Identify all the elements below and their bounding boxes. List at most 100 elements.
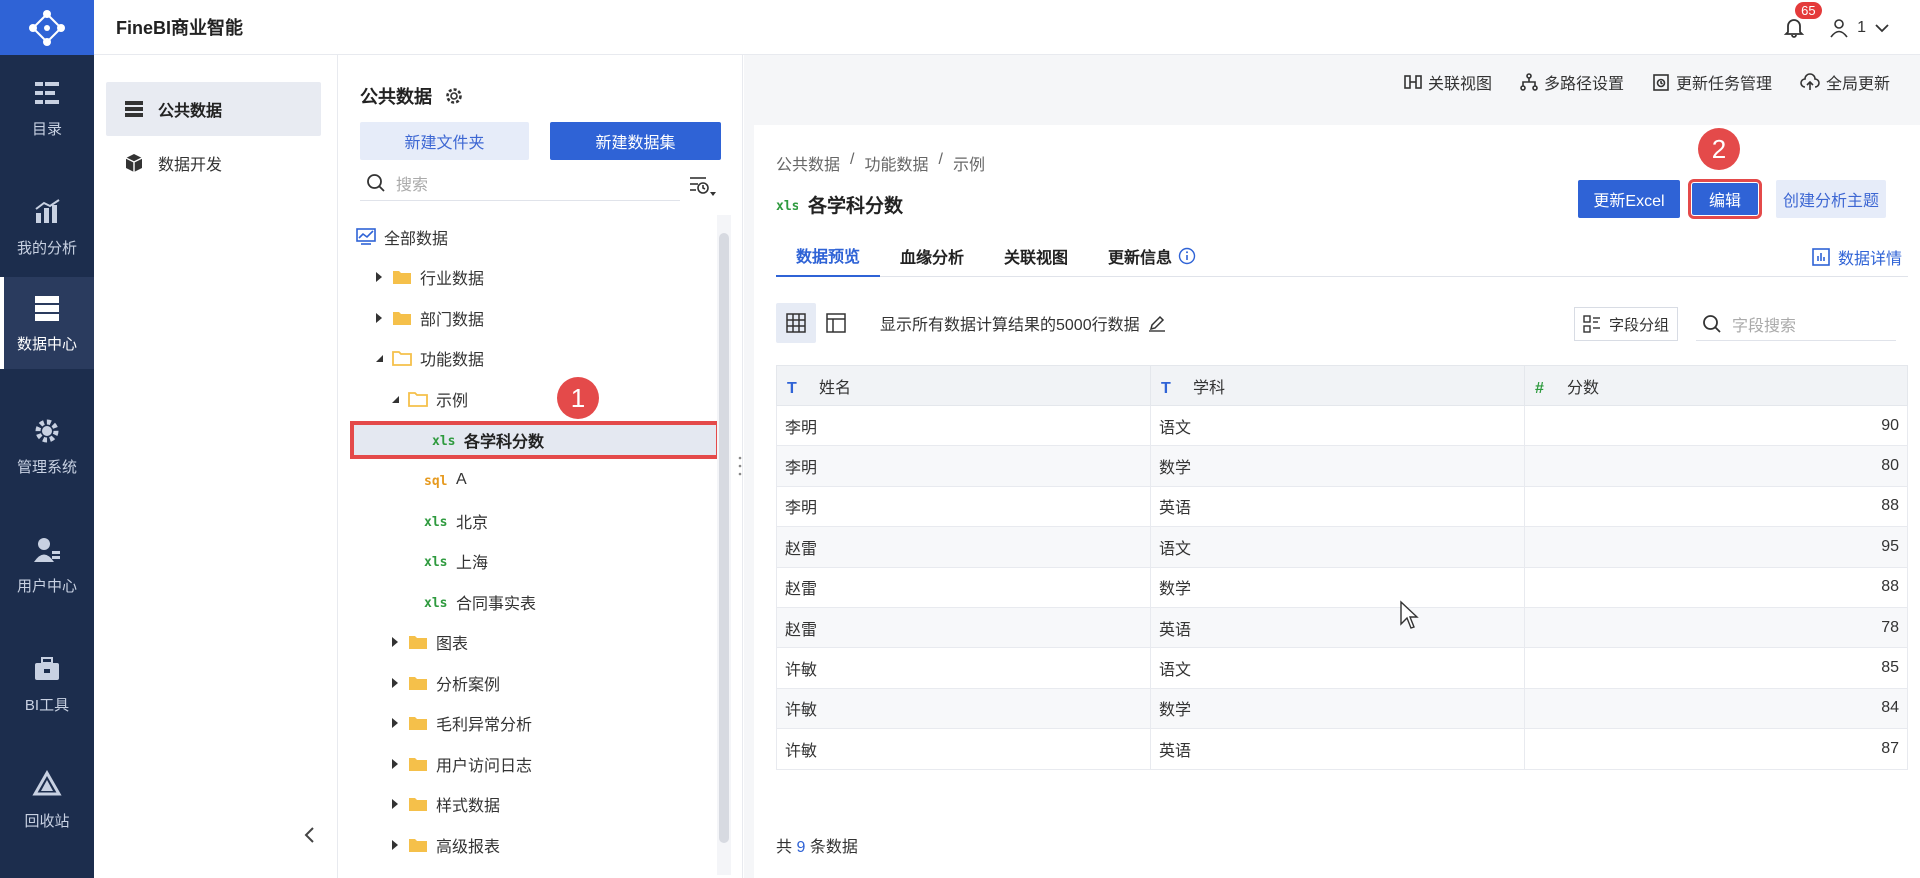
tree-item-folder-open[interactable]: 示例 bbox=[390, 382, 468, 416]
pencil-icon[interactable] bbox=[1148, 314, 1166, 332]
layout-view-button[interactable] bbox=[816, 303, 856, 343]
global-update-action[interactable]: 全局更新 bbox=[1800, 70, 1890, 94]
tree-item-label: 分析案例 bbox=[436, 677, 501, 694]
tree-item-folder[interactable]: 用户访问日志 bbox=[390, 747, 532, 781]
breadcrumb-item[interactable]: 功能数据 bbox=[864, 151, 928, 175]
rail-item-my-analysis[interactable]: 我的分析 bbox=[0, 181, 94, 273]
tree-item-label: 部门数据 bbox=[420, 312, 485, 329]
subnav-item-data-dev[interactable]: 数据开发 bbox=[106, 136, 321, 190]
logo-icon bbox=[29, 9, 65, 46]
column-header-subject[interactable]: T 学科 bbox=[1150, 365, 1525, 406]
table-row: 许敏 语文 85 bbox=[776, 647, 1908, 689]
top-bar: FineBI商业智能 65 1 bbox=[94, 0, 1920, 55]
tree-item-folder[interactable]: 毛利异常分析 bbox=[390, 706, 532, 740]
tree-search-input[interactable]: 搜索 bbox=[360, 165, 680, 201]
bar-chart-icon bbox=[1812, 248, 1830, 266]
breadcrumb-item[interactable]: 公共数据 bbox=[776, 151, 840, 175]
table-cell: 赵雷 bbox=[776, 606, 1151, 649]
annotation-marker-1: 1 bbox=[557, 377, 599, 419]
tree-item-folder[interactable]: 分析案例 bbox=[390, 666, 500, 700]
table-cell: 88 bbox=[1524, 485, 1908, 528]
tree-item-folder[interactable]: 部门数据 bbox=[374, 301, 484, 335]
collapse-panel-icon[interactable] bbox=[300, 825, 320, 845]
tree-item-dataset[interactable]: xls 合同事实表 bbox=[424, 585, 536, 619]
tab-update-info[interactable]: 更新信息 bbox=[1088, 235, 1216, 277]
settings-icon[interactable] bbox=[444, 86, 464, 106]
user-avatar-icon bbox=[1830, 18, 1848, 37]
new-dataset-button[interactable]: 新建数据集 bbox=[550, 122, 721, 160]
new-folder-button[interactable]: 新建文件夹 bbox=[360, 122, 529, 160]
expand-arrow-icon[interactable] bbox=[390, 799, 400, 809]
tree-item-dataset[interactable]: xls 上海 bbox=[424, 544, 488, 578]
svg-text:xls: xls bbox=[424, 515, 447, 529]
breadcrumb-item[interactable]: 示例 bbox=[953, 151, 985, 175]
update-excel-button[interactable]: 更新Excel bbox=[1578, 180, 1680, 218]
expand-arrow-icon[interactable] bbox=[390, 718, 400, 728]
tree-title: 公共数据 bbox=[360, 83, 464, 109]
tree-item-dataset[interactable]: xls 北京 bbox=[424, 504, 488, 538]
multipath-settings-action[interactable]: 多路径设置 bbox=[1520, 70, 1624, 94]
field-group-button[interactable]: 字段分组 bbox=[1573, 307, 1678, 341]
search-icon bbox=[1703, 314, 1721, 333]
relation-view-action[interactable]: 关联视图 bbox=[1404, 70, 1492, 94]
column-header-name[interactable]: T 姓名 bbox=[776, 365, 1151, 406]
field-search-input[interactable]: 字段搜索 bbox=[1696, 307, 1896, 341]
folder-open-icon bbox=[408, 392, 428, 407]
bell-icon bbox=[1783, 18, 1805, 38]
expand-arrow-icon[interactable] bbox=[374, 272, 384, 282]
rail-item-data-center[interactable]: 数据中心 bbox=[0, 277, 94, 369]
column-header-score[interactable]: # 分数 bbox=[1524, 365, 1908, 406]
rail-item-catalog[interactable]: 目录 bbox=[0, 62, 94, 154]
expand-arrow-icon[interactable] bbox=[390, 637, 400, 647]
rail-item-management[interactable]: 管理系统 bbox=[0, 400, 94, 492]
analysis-icon bbox=[35, 198, 60, 223]
filter-sort-icon[interactable] bbox=[688, 175, 716, 197]
xls-icon: xls bbox=[432, 434, 455, 448]
tree-item-folder[interactable]: 样式数据 bbox=[390, 787, 500, 821]
rail-item-bi-tools[interactable]: BI工具 bbox=[0, 638, 94, 730]
tree-item-folder-open[interactable]: 功能数据 bbox=[374, 341, 484, 375]
tree-item-dataset[interactable]: sql A bbox=[424, 463, 467, 497]
tab-data-preview[interactable]: 数据预览 bbox=[776, 235, 881, 277]
tree-item-folder[interactable]: 图表 bbox=[390, 625, 468, 659]
dataset-title-text: 各学科分数 bbox=[808, 196, 904, 217]
tree-item-label: 上海 bbox=[456, 555, 489, 572]
expand-arrow-icon[interactable] bbox=[390, 678, 400, 688]
layout-icon bbox=[826, 313, 846, 333]
expand-arrow-icon[interactable] bbox=[374, 313, 384, 323]
tab-lineage[interactable]: 血缘分析 bbox=[880, 235, 984, 277]
subnav-label: 数据开发 bbox=[158, 157, 223, 174]
collapse-arrow-icon[interactable] bbox=[374, 353, 384, 363]
data-detail-link[interactable]: 数据详情 bbox=[1812, 245, 1902, 269]
expand-arrow-icon[interactable] bbox=[390, 759, 400, 769]
task-icon bbox=[1653, 74, 1669, 91]
collapse-arrow-icon[interactable] bbox=[390, 394, 400, 404]
table-cell: 英语 bbox=[1150, 485, 1525, 528]
user-menu[interactable]: 1 bbox=[1829, 18, 1890, 38]
tree-item-dataset-selected[interactable]: xls 各学科分数 bbox=[350, 421, 720, 459]
rail-item-user-center[interactable]: 用户中心 bbox=[0, 519, 94, 611]
update-task-action[interactable]: 更新任务管理 bbox=[1652, 70, 1772, 94]
tree-item-label: 图表 bbox=[436, 636, 469, 653]
rail-label: 目录 bbox=[31, 120, 62, 138]
app-logo[interactable] bbox=[0, 0, 94, 55]
tab-relation-view[interactable]: 关联视图 bbox=[984, 235, 1088, 277]
rail-item-recycle[interactable]: 回收站 bbox=[0, 760, 94, 840]
table-cell: 88 bbox=[1524, 566, 1908, 608]
notifications-button[interactable]: 65 bbox=[1783, 1, 1822, 40]
tree-item-all-data[interactable]: 全部数据 bbox=[356, 220, 448, 254]
tree-item-folder[interactable]: 行业数据 bbox=[374, 260, 484, 294]
table-row: 李明 数学 80 bbox=[776, 445, 1908, 487]
create-topic-button[interactable]: 创建分析主题 bbox=[1776, 180, 1886, 218]
dataset-card: 公共数据 / 功能数据 / 示例 xls 各学科分数 更新Excel 编辑 创建分析… bbox=[754, 125, 1920, 878]
chevron-down-icon bbox=[1875, 23, 1889, 32]
grid-view-button[interactable] bbox=[776, 303, 816, 343]
info-icon[interactable] bbox=[1178, 247, 1196, 265]
rail-label: 回收站 bbox=[24, 812, 70, 830]
tree-item-folder[interactable]: 高级报表 bbox=[390, 828, 500, 862]
expand-arrow-icon[interactable] bbox=[390, 840, 400, 850]
edit-button[interactable]: 编辑 bbox=[1688, 179, 1762, 219]
relation-icon bbox=[1404, 75, 1422, 89]
tree-scrollbar-thumb[interactable] bbox=[719, 233, 729, 843]
subnav-item-public-data[interactable]: 公共数据 bbox=[106, 82, 321, 136]
